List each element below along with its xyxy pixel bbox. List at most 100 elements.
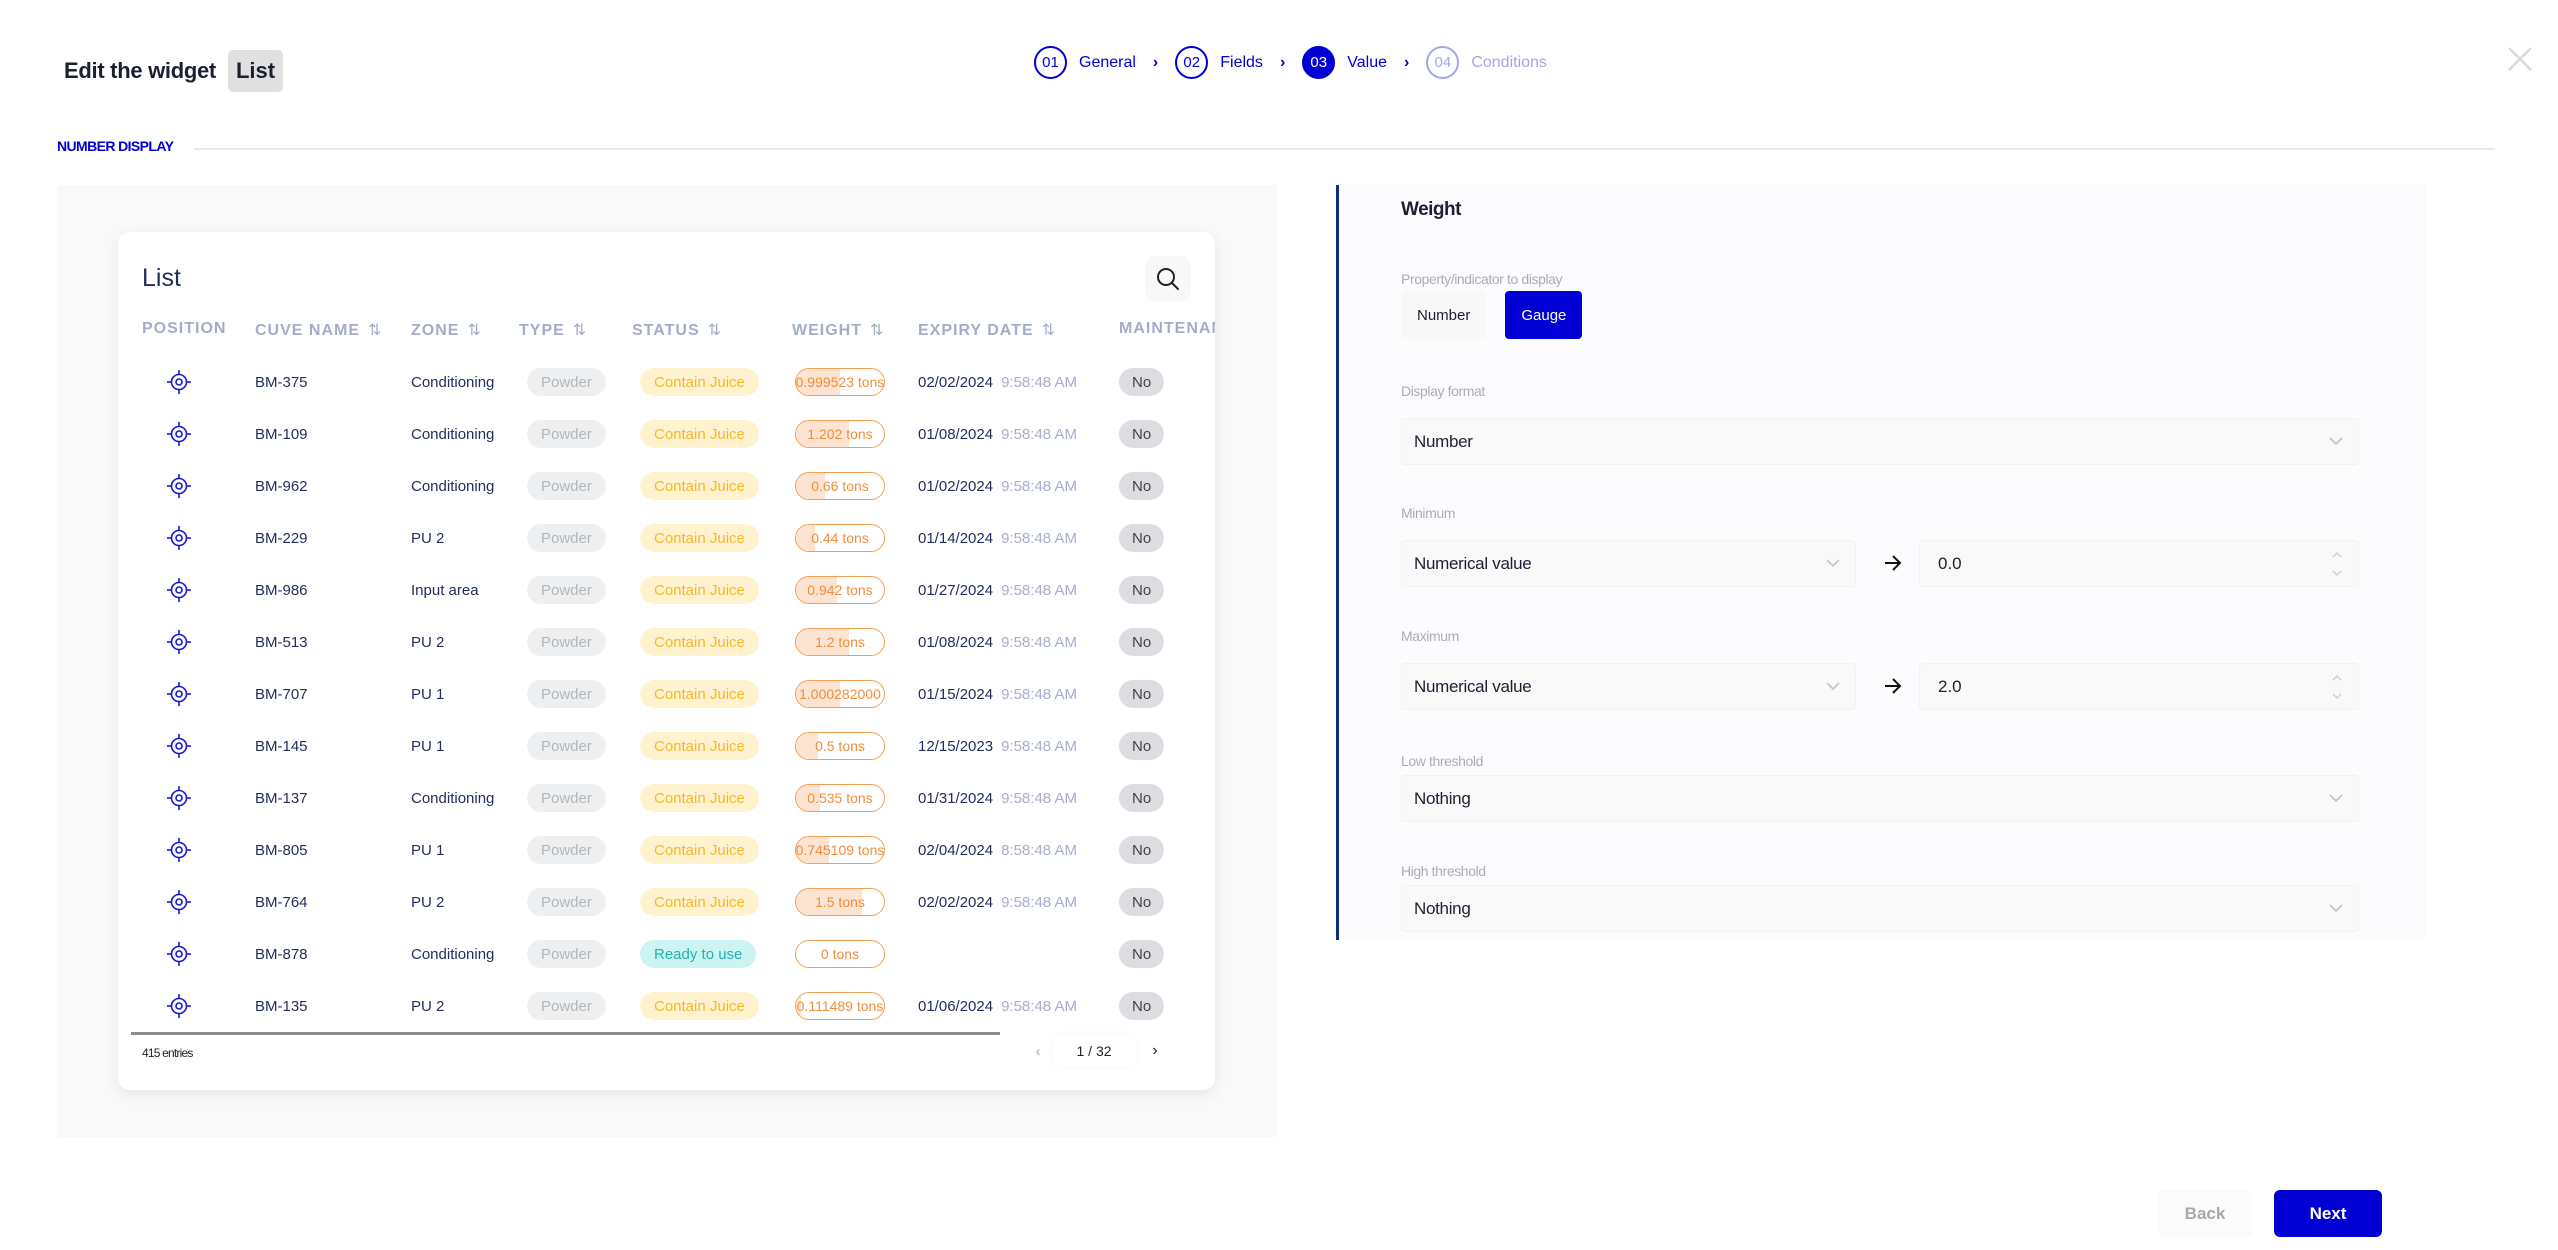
table-row[interactable]: BM-764 PU 2 Powder Contain Juice 1.5 tons 02/… <box>118 876 1215 928</box>
maximum-value-input[interactable]: 2.0 <box>1919 663 2359 710</box>
crosshair-icon[interactable] <box>164 679 194 709</box>
step-value[interactable]: 03 Value <box>1302 46 1387 79</box>
section-divider <box>194 148 2495 150</box>
status-cell: Contain Juice <box>640 408 759 460</box>
expiry-time: 9:58:48 AM <box>1001 477 1077 495</box>
cuve-name: BM-375 <box>255 373 308 391</box>
minimum-value-input[interactable]: 0.0 <box>1919 540 2359 587</box>
zone: Conditioning <box>411 373 495 391</box>
display-format-select[interactable]: Number <box>1401 418 2359 465</box>
step-general[interactable]: 01 General <box>1034 46 1136 79</box>
low-threshold-select[interactable]: Nothing <box>1401 775 2359 822</box>
sort-icon[interactable]: ⇅ <box>708 322 721 339</box>
crosshair-icon[interactable] <box>164 523 194 553</box>
table-row[interactable]: BM-878 Conditioning Powder Ready to use 0 to… <box>118 928 1215 980</box>
close-button[interactable] <box>2505 44 2535 74</box>
table-row[interactable]: BM-135 PU 2 Powder Contain Juice 0.111489 to… <box>118 980 1215 1032</box>
column-header[interactable]: WEIGHT ⇅ <box>792 320 883 340</box>
maximum-source-select[interactable]: Numerical value <box>1401 663 1856 710</box>
cuve-name-cell: BM-513 <box>255 616 308 668</box>
expiry-time: 9:58:48 AM <box>1001 529 1077 547</box>
type-badge: Powder <box>527 420 606 448</box>
high-threshold-select[interactable]: Nothing <box>1401 885 2359 932</box>
expiry-date-cell: 01/08/2024 9:58:48 AM <box>918 616 1077 668</box>
column-header[interactable]: CUVE NAME ⇅ <box>255 320 381 340</box>
type-badge: Powder <box>527 472 606 500</box>
zone: PU 2 <box>411 529 445 547</box>
weight-cell: 0.44 tons <box>795 512 885 564</box>
chevron-right-icon[interactable]: › <box>1141 1036 1169 1066</box>
crosshair-icon[interactable] <box>164 367 194 397</box>
crosshair-icon[interactable] <box>164 575 194 605</box>
stepper-arrows-icon[interactable] <box>2330 547 2344 581</box>
maintenance-badge: No <box>1119 836 1165 864</box>
status-cell: Contain Juice <box>640 512 759 564</box>
search-button[interactable] <box>1145 256 1191 302</box>
cuve-name-cell: BM-137 <box>255 772 308 824</box>
column-header[interactable]: ZONE ⇅ <box>411 320 481 340</box>
status-badge: Contain Juice <box>640 524 759 552</box>
chevron-left-icon[interactable]: ‹ <box>1023 1043 1053 1060</box>
column-header[interactable]: STATUS ⇅ <box>632 320 721 340</box>
cuve-name: BM-805 <box>255 841 308 859</box>
weight-gauge: 0.111489 tons <box>795 992 885 1020</box>
cuve-name: BM-962 <box>255 477 308 495</box>
crosshair-icon[interactable] <box>164 991 194 1021</box>
back-button[interactable]: Back <box>2158 1190 2252 1237</box>
table-row[interactable]: BM-805 PU 1 Powder Contain Juice 0.745109 to… <box>118 824 1215 876</box>
crosshair-icon[interactable] <box>164 887 194 917</box>
crosshair-icon[interactable] <box>164 627 194 657</box>
type-badge: Powder <box>527 940 606 968</box>
zone-cell: PU 1 <box>411 668 444 720</box>
sort-icon[interactable]: ⇅ <box>1042 322 1055 339</box>
step-fields[interactable]: 02 Fields <box>1175 46 1263 79</box>
widget-type-badge: List <box>227 50 284 92</box>
chevron-down-icon <box>2329 904 2343 913</box>
table-row[interactable]: BM-229 PU 2 Powder Contain Juice 0.44 tons 01… <box>118 512 1215 564</box>
minimum-source-select[interactable]: Numerical value <box>1401 540 1856 587</box>
column-header[interactable]: TYPE ⇅ <box>519 320 586 340</box>
maintenance-cell: No <box>1119 356 1165 408</box>
crosshair-icon[interactable] <box>164 783 194 813</box>
sort-icon[interactable]: ⇅ <box>368 322 381 339</box>
table-row[interactable]: BM-986 Input area Powder Contain Juice 0.942… <box>118 564 1215 616</box>
crosshair-icon[interactable] <box>164 471 194 501</box>
type-badge: Powder <box>527 628 606 656</box>
property-label: Property/indicator to display <box>1401 271 1563 287</box>
maintenance-cell: No <box>1119 824 1165 876</box>
sort-icon[interactable]: ⇅ <box>870 322 883 339</box>
expiry-date: 01/27/2024 <box>918 581 994 599</box>
table-row[interactable]: BM-109 Conditioning Powder Contain Juice 1.2… <box>118 408 1215 460</box>
zone: PU 2 <box>411 997 445 1015</box>
column-header-label: EXPIRY DATE <box>918 322 1034 339</box>
position-cell <box>164 980 194 1032</box>
expiry-date-cell: 01/06/2024 9:58:48 AM <box>918 980 1077 1032</box>
table-row[interactable]: BM-707 PU 1 Powder Contain Juice 1.000282000… <box>118 668 1215 720</box>
stepper-arrows-icon[interactable] <box>2330 670 2344 704</box>
zone: Input area <box>411 581 479 599</box>
weight-cell: 0.111489 tons <box>795 980 885 1032</box>
crosshair-icon[interactable] <box>164 939 194 969</box>
crosshair-icon[interactable] <box>164 835 194 865</box>
table-row[interactable]: BM-137 Conditioning Powder Contain Juice 0.5… <box>118 772 1215 824</box>
table-row[interactable]: BM-513 PU 2 Powder Contain Juice 1.2 tons 01/… <box>118 616 1215 668</box>
option-number[interactable]: Number <box>1401 291 1487 339</box>
table-row[interactable]: BM-375 Conditioning Powder Contain Juice 0.9… <box>118 356 1215 408</box>
sort-icon[interactable]: ⇅ <box>573 322 586 339</box>
crosshair-icon[interactable] <box>164 419 194 449</box>
step-conditions: 04 Conditions <box>1426 46 1547 79</box>
option-gauge[interactable]: Gauge <box>1505 291 1583 339</box>
table-row[interactable]: BM-145 PU 1 Powder Contain Juice 0.5 tons 12/… <box>118 720 1215 772</box>
table-row[interactable]: BM-962 Conditioning Powder Contain Juice 0.6… <box>118 460 1215 512</box>
next-button[interactable]: Next <box>2274 1190 2382 1237</box>
type-badge: Powder <box>527 888 606 916</box>
status-cell: Contain Juice <box>640 772 759 824</box>
step-number: 01 <box>1034 46 1067 79</box>
column-header[interactable]: EXPIRY DATE ⇅ <box>918 320 1055 340</box>
horizontal-scrollbar[interactable] <box>131 1032 1000 1035</box>
expiry-date-cell <box>918 928 926 980</box>
status-badge: Contain Juice <box>640 680 759 708</box>
weight-cell: 1.5 tons <box>795 876 885 928</box>
sort-icon[interactable]: ⇅ <box>467 322 480 339</box>
crosshair-icon[interactable] <box>164 731 194 761</box>
